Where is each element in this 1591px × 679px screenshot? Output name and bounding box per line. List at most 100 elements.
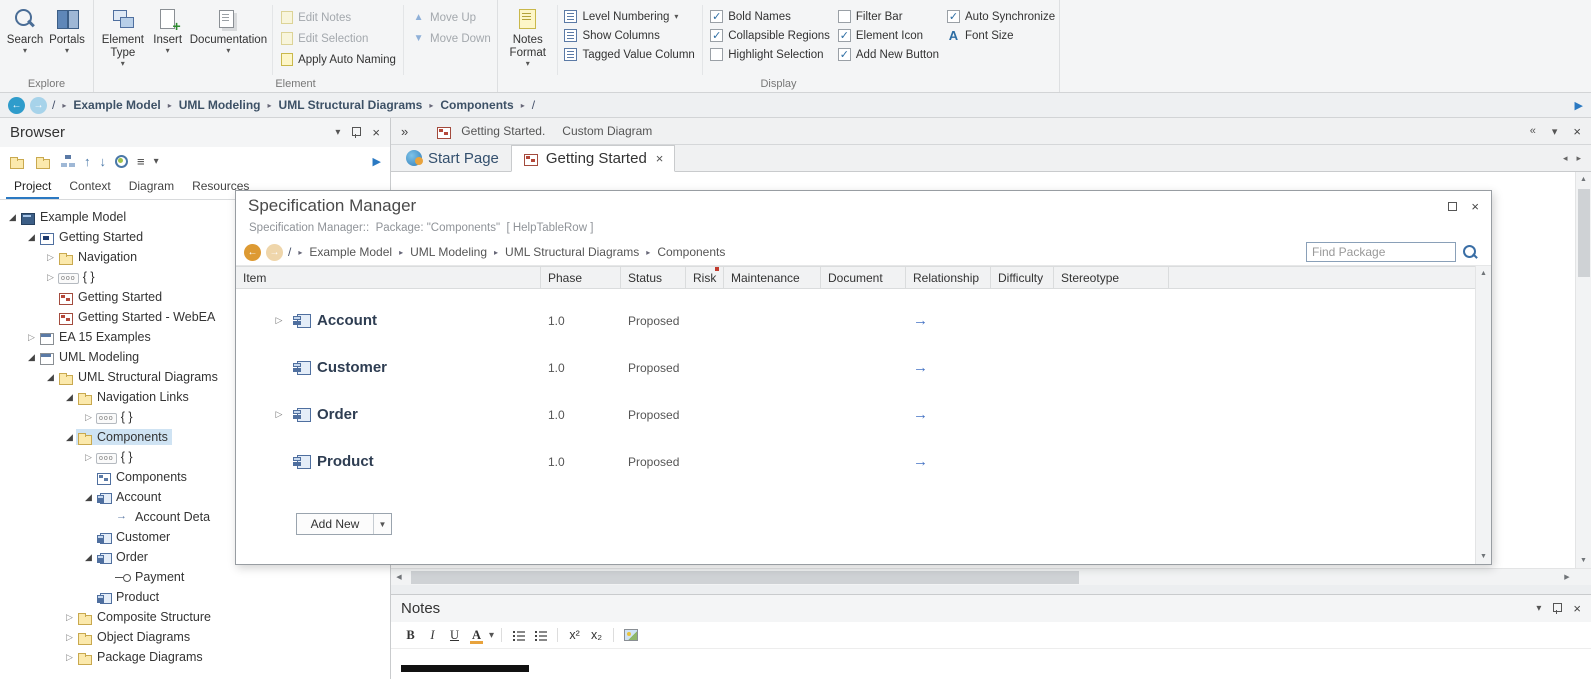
pin-icon[interactable] xyxy=(351,126,362,139)
relationship-arrow-icon[interactable]: → xyxy=(913,406,928,423)
expander-expanded-icon[interactable]: ◢ xyxy=(82,492,95,503)
expander-collapsed-icon[interactable]: ▷ xyxy=(82,452,95,463)
checkbox-checked-icon[interactable] xyxy=(710,10,724,23)
move-up-button[interactable]: ▲ Move Up xyxy=(407,7,493,28)
checkbox-checked-icon[interactable] xyxy=(837,48,851,61)
horizontal-scrollbar[interactable]: ◀ ▶ xyxy=(391,568,1591,586)
add-new-button[interactable]: Add New ▼ xyxy=(296,513,392,535)
chevron-down-icon[interactable]: ▾ xyxy=(489,630,494,641)
column-header-maintenance[interactable]: Maintenance xyxy=(724,267,821,288)
scroll-down-icon[interactable]: ▼ xyxy=(1476,549,1492,564)
scrollbar-track[interactable] xyxy=(1576,187,1591,553)
flyout-arrow-icon[interactable]: ▶ xyxy=(373,155,381,168)
scrollbar-thumb[interactable] xyxy=(1577,189,1590,277)
tab-context[interactable]: Context xyxy=(61,175,118,199)
breadcrumb-segment-components[interactable]: Components xyxy=(440,98,513,112)
underline-button[interactable]: U xyxy=(445,626,464,645)
column-header-risk[interactable]: Risk xyxy=(686,267,724,288)
back-icon[interactable]: ← xyxy=(244,243,261,261)
ribbon-option-collapsible-regions[interactable]: Collapsible Regions xyxy=(706,26,834,45)
open-package-icon[interactable] xyxy=(35,155,51,169)
chevron-double-right-icon[interactable]: » xyxy=(401,124,408,139)
pin-icon[interactable] xyxy=(1552,602,1563,615)
ribbon-toggle-level-numbering[interactable]: Level Numbering ▾ xyxy=(560,7,699,26)
vertical-scrollbar[interactable]: ▲ ▼ xyxy=(1475,266,1491,564)
column-header-item[interactable]: Item xyxy=(236,267,541,288)
checkbox-unchecked-icon[interactable] xyxy=(837,10,851,23)
back-icon[interactable]: ← xyxy=(8,96,25,114)
expander-collapsed-icon[interactable]: ▷ xyxy=(63,652,76,663)
column-header-stereotype[interactable]: Stereotype xyxy=(1054,267,1169,288)
breadcrumb-segment-uml-structural-diagrams[interactable]: UML Structural Diagrams xyxy=(505,245,639,259)
edit-notes-button[interactable]: Edit Notes xyxy=(276,7,400,28)
breadcrumb-segment-uml-modeling[interactable]: UML Modeling xyxy=(179,98,261,112)
expander-collapsed-icon[interactable]: ▷ xyxy=(272,315,286,326)
close-window-icon[interactable]: × xyxy=(1471,200,1479,213)
expander-collapsed-icon[interactable]: ▷ xyxy=(272,409,286,420)
scrollbar-track[interactable] xyxy=(1476,281,1492,549)
move-up-icon[interactable]: ↑ xyxy=(84,155,91,168)
expander-collapsed-icon[interactable]: ▷ xyxy=(63,632,76,643)
move-down-icon[interactable]: ↓ xyxy=(100,155,107,168)
relationship-arrow-icon[interactable]: → xyxy=(913,453,928,470)
panel-splitter[interactable] xyxy=(391,585,1591,594)
ribbon-option-add-new-button[interactable]: Add New Button xyxy=(834,45,943,64)
new-package-icon[interactable] xyxy=(9,155,25,169)
ribbon-option-filter-bar[interactable]: Filter Bar xyxy=(834,7,943,26)
tree-item-composite-structure-20[interactable]: ▷ Composite Structure xyxy=(0,607,390,627)
ribbon-toggle-show-columns[interactable]: Show Columns xyxy=(560,26,699,45)
expander-collapsed-icon[interactable]: ▷ xyxy=(25,332,38,343)
checkbox-unchecked-icon[interactable] xyxy=(710,48,724,61)
forward-icon[interactable]: → xyxy=(30,96,47,114)
relationship-arrow-icon[interactable]: → xyxy=(913,359,928,376)
close-icon[interactable]: × xyxy=(372,126,380,139)
expander-collapsed-icon[interactable]: ▷ xyxy=(44,252,57,263)
ribbon-option-bold-names[interactable]: Bold Names xyxy=(706,7,834,26)
numbered-list-button[interactable] xyxy=(531,626,550,645)
breadcrumb-expand-icon[interactable]: ▶ xyxy=(1575,99,1583,112)
breadcrumb-segment-uml-modeling[interactable]: UML Modeling xyxy=(410,245,487,259)
breadcrumb-root[interactable]: / xyxy=(52,98,55,112)
ribbon-option-auto-synchronize[interactable]: Auto Synchronize xyxy=(943,7,1055,26)
column-header-document[interactable]: Document xyxy=(821,267,906,288)
column-header-difficulty[interactable]: Difficulty xyxy=(991,267,1054,288)
breadcrumb-segment-example-model[interactable]: Example Model xyxy=(73,98,160,112)
tree-item-package-diagrams-22[interactable]: ▷ Package Diagrams xyxy=(0,647,390,667)
apply-auto-naming-button[interactable]: Apply Auto Naming xyxy=(276,49,400,70)
expander-expanded-icon[interactable]: ◢ xyxy=(25,232,38,243)
hierarchy-icon[interactable] xyxy=(61,155,75,167)
relationship-arrow-icon[interactable]: → xyxy=(913,312,928,329)
scroll-tabs-left-icon[interactable]: ◂ xyxy=(1563,153,1568,164)
breadcrumb-root[interactable]: / xyxy=(288,245,291,259)
scroll-down-icon[interactable]: ▼ xyxy=(1576,553,1591,568)
ribbon-option-element-icon[interactable]: Element Icon xyxy=(834,26,943,45)
scroll-up-icon[interactable]: ▲ xyxy=(1476,266,1492,281)
chevron-down-icon[interactable]: ▾ xyxy=(1552,125,1558,138)
chevron-down-icon[interactable]: ▾ xyxy=(335,127,340,138)
scrollbar-thumb[interactable] xyxy=(411,570,1080,584)
expander-collapsed-icon[interactable]: ▷ xyxy=(82,412,95,423)
element-type-button[interactable]: Element Type ▾ xyxy=(98,3,148,77)
spec-row-account[interactable]: ▷ Account 1.0 Proposed → xyxy=(236,297,1475,344)
expander-expanded-icon[interactable]: ◢ xyxy=(82,552,95,563)
restore-window-icon[interactable] xyxy=(1448,201,1458,211)
close-icon[interactable]: × xyxy=(1573,602,1581,615)
tab-project[interactable]: Project xyxy=(6,175,60,199)
scroll-up-icon[interactable]: ▲ xyxy=(1576,172,1591,187)
insert-button[interactable]: Insert ▾ xyxy=(148,3,188,77)
bold-button[interactable]: B xyxy=(401,626,420,645)
column-header-relationship[interactable]: Relationship xyxy=(906,267,991,288)
notes-format-button[interactable]: Notes Format ▾ xyxy=(502,3,554,77)
vertical-scrollbar[interactable]: ▲ ▼ xyxy=(1575,172,1591,568)
superscript-button[interactable]: x² xyxy=(565,626,584,645)
search-button[interactable]: Search ▾ xyxy=(4,3,46,77)
menu-icon[interactable]: ≡ xyxy=(137,154,145,169)
expander-collapsed-icon[interactable]: ▷ xyxy=(63,612,76,623)
expander-expanded-icon[interactable]: ◢ xyxy=(63,432,76,443)
spec-row-product[interactable]: Product 1.0 Proposed → xyxy=(236,438,1475,485)
expander-expanded-icon[interactable]: ◢ xyxy=(44,372,57,383)
spec-window-titlebar[interactable]: Specification Manager × xyxy=(236,191,1491,221)
spec-row-order[interactable]: ▷ Order 1.0 Proposed → xyxy=(236,391,1475,438)
ribbon-option-font-size[interactable]: A Font Size xyxy=(943,26,1055,45)
close-icon[interactable]: × xyxy=(1573,125,1581,138)
